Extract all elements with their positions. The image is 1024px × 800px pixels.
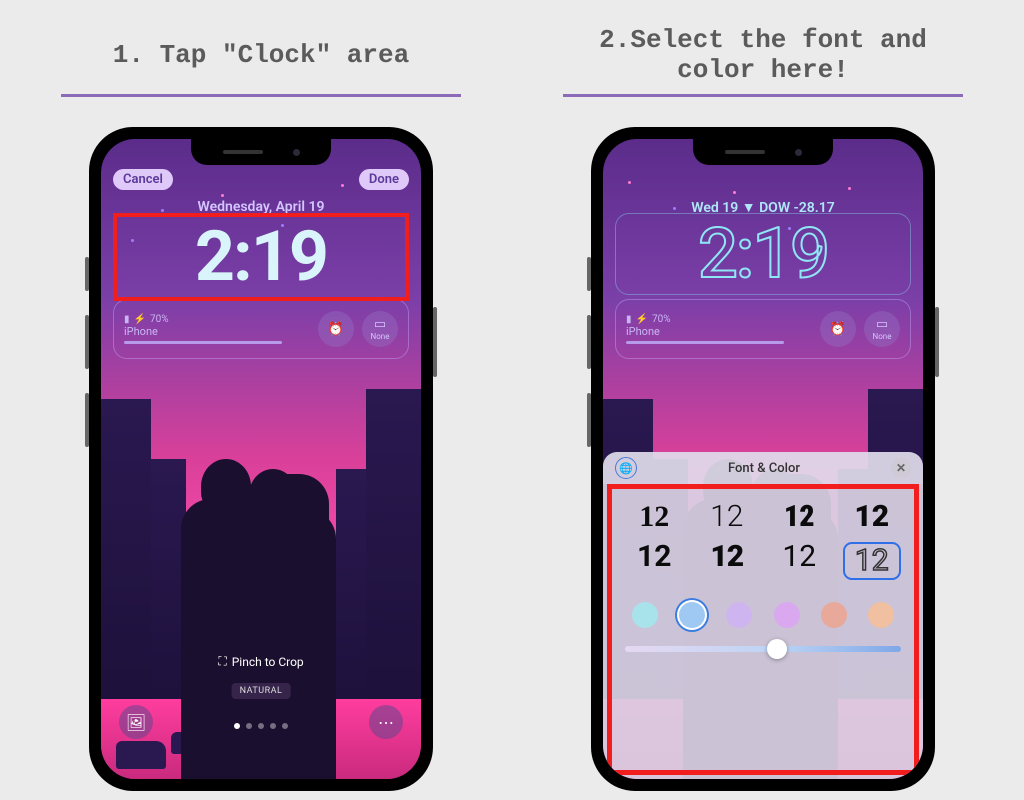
font-option-6[interactable]: 12 bbox=[698, 542, 757, 580]
font-grid: 12 12 12 12 12 12 12 12 bbox=[603, 484, 923, 590]
screen-1: Cancel Done Wednesday, April 19 2:19 ▮ ⚡… bbox=[101, 139, 421, 779]
clock-area[interactable]: 2:19 bbox=[615, 213, 911, 295]
calendar-icon: ▭ bbox=[374, 317, 386, 332]
device-name: iPhone bbox=[626, 325, 812, 338]
color-option-1[interactable] bbox=[632, 602, 658, 628]
none-label: None bbox=[873, 332, 892, 341]
power-button bbox=[433, 307, 437, 377]
ellipsis-icon: ⋯ bbox=[378, 713, 394, 732]
color-option-6[interactable] bbox=[868, 602, 894, 628]
close-icon: ✕ bbox=[896, 461, 906, 475]
battery-widget[interactable]: ▮ ⚡ 70% iPhone bbox=[626, 314, 812, 344]
volume-down bbox=[85, 393, 89, 447]
none-widget[interactable]: ▭ None bbox=[362, 311, 398, 347]
step-1-title: 1. Tap "Clock" area bbox=[113, 20, 409, 90]
more-button[interactable]: ⋯ bbox=[369, 705, 403, 739]
font-option-3[interactable]: 12 bbox=[770, 502, 829, 532]
color-option-3[interactable] bbox=[726, 602, 752, 628]
speaker bbox=[223, 150, 263, 154]
font-option-4[interactable]: 12 bbox=[843, 502, 902, 532]
battery-bar bbox=[626, 341, 784, 344]
side-buttons bbox=[85, 257, 89, 447]
crop-icon: ⛶ bbox=[218, 654, 226, 669]
done-button[interactable]: Done bbox=[359, 169, 409, 190]
widget-tray[interactable]: ▮ ⚡ 70% iPhone ⏰ ▭ None bbox=[113, 299, 409, 359]
bolt-icon: ⚡ bbox=[636, 314, 648, 325]
clock-time: 2:19 bbox=[698, 219, 828, 289]
panel-title: Font & Color bbox=[637, 461, 891, 476]
volume-up bbox=[85, 315, 89, 369]
battery-pct: 70% bbox=[652, 314, 671, 325]
cancel-button[interactable]: Cancel bbox=[113, 169, 173, 190]
none-label: None bbox=[371, 332, 390, 341]
alarm-widget[interactable]: ⏰ bbox=[318, 311, 354, 347]
color-slider[interactable] bbox=[625, 646, 901, 652]
close-button[interactable]: ✕ bbox=[891, 458, 911, 478]
battery-pct: 70% bbox=[150, 314, 169, 325]
color-option-5[interactable] bbox=[821, 602, 847, 628]
clock-area[interactable]: 2:19 bbox=[113, 213, 409, 301]
photos-icon: 🖼 bbox=[126, 713, 146, 732]
pinch-hint: ⛶ Pinch to Crop bbox=[101, 654, 421, 669]
none-widget[interactable]: ▭ None bbox=[864, 311, 900, 347]
step-1-column: 1. Tap "Clock" area bbox=[40, 20, 482, 791]
pinch-label: Pinch to Crop bbox=[232, 655, 304, 669]
font-option-7[interactable]: 12 bbox=[770, 542, 829, 580]
speaker bbox=[725, 150, 765, 154]
notch bbox=[191, 139, 331, 165]
widget-tray[interactable]: ▮ ⚡ 70% iPhone ⏰ ▭ None bbox=[615, 299, 911, 359]
battery-icon: ▮ bbox=[124, 314, 130, 325]
font-option-8-selected[interactable]: 12 bbox=[843, 542, 902, 580]
mute-switch bbox=[85, 257, 89, 291]
volume-up bbox=[587, 315, 591, 369]
side-buttons bbox=[587, 257, 591, 447]
font-option-5[interactable]: 12 bbox=[625, 542, 684, 580]
font-option-1[interactable]: 12 bbox=[625, 502, 684, 532]
bolt-icon: ⚡ bbox=[134, 314, 146, 325]
color-option-4[interactable] bbox=[774, 602, 800, 628]
alarm-icon: ⏰ bbox=[830, 322, 846, 337]
filter-tag[interactable]: NATURAL bbox=[232, 683, 291, 699]
divider bbox=[61, 94, 461, 97]
color-row bbox=[603, 590, 923, 634]
step-2-column: 2.Select the font and color here! bbox=[542, 20, 984, 791]
color-option-2[interactable] bbox=[679, 602, 705, 628]
device-name: iPhone bbox=[124, 325, 310, 338]
front-camera bbox=[293, 149, 300, 156]
phone-mock-2: Wed 19 ▼ DOW -28.17 2:19 ▮ ⚡ 70% iPhone bbox=[591, 127, 935, 791]
step-2-title: 2.Select the font and color here! bbox=[599, 20, 927, 90]
divider bbox=[563, 94, 963, 97]
battery-icon: ▮ bbox=[626, 314, 632, 325]
alarm-widget[interactable]: ⏰ bbox=[820, 311, 856, 347]
font-color-panel: 🌐 Font & Color ✕ 12 12 12 12 12 12 12 bbox=[603, 452, 923, 779]
globe-icon[interactable]: 🌐 bbox=[615, 457, 637, 479]
mute-switch bbox=[587, 257, 591, 291]
volume-down bbox=[587, 393, 591, 447]
font-option-2[interactable]: 12 bbox=[698, 502, 757, 532]
clock-time: 2:19 bbox=[195, 222, 327, 292]
alarm-icon: ⏰ bbox=[328, 322, 344, 337]
front-camera bbox=[795, 149, 802, 156]
battery-bar bbox=[124, 341, 282, 344]
screen-2: Wed 19 ▼ DOW -28.17 2:19 ▮ ⚡ 70% iPhone bbox=[603, 139, 923, 779]
battery-widget[interactable]: ▮ ⚡ 70% iPhone bbox=[124, 314, 310, 344]
calendar-icon: ▭ bbox=[876, 317, 888, 332]
notch bbox=[693, 139, 833, 165]
phone-mock-1: Cancel Done Wednesday, April 19 2:19 ▮ ⚡… bbox=[89, 127, 433, 791]
slider-thumb[interactable] bbox=[767, 639, 787, 659]
power-button bbox=[935, 307, 939, 377]
photos-button[interactable]: 🖼 bbox=[119, 705, 153, 739]
